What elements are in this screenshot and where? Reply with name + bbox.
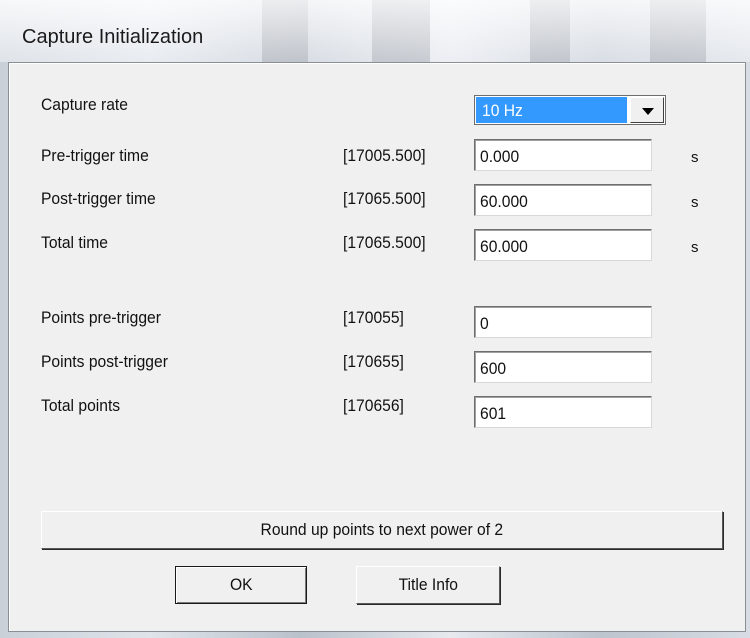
total-points-input[interactable]: 601: [474, 396, 652, 428]
points-pre-trigger-input[interactable]: 0: [474, 306, 652, 338]
post-trigger-time-reference: [17065.500]: [343, 189, 426, 208]
points-pre-trigger-reference: [170055]: [343, 308, 404, 327]
points-post-trigger-label: Points post-trigger: [41, 352, 168, 371]
capture-rate-label: Capture rate: [41, 95, 128, 114]
post-trigger-time-value: 60.000: [480, 192, 528, 211]
total-time-value: 60.000: [480, 237, 528, 256]
total-time-input[interactable]: 60.000: [474, 229, 652, 261]
total-points-value: 601: [480, 404, 507, 423]
total-time-label: Total time: [41, 233, 108, 252]
title-info-button[interactable]: Title Info: [356, 566, 500, 604]
total-time-unit: s: [691, 239, 699, 256]
capture-rate-value-text: 10 Hz: [482, 101, 523, 120]
dialog-client-area: Capture rate 10 Hz Pre-trigger time [170…: [8, 62, 746, 632]
dropdown-button[interactable]: [630, 97, 664, 123]
post-trigger-time-input[interactable]: 60.000: [474, 184, 652, 216]
capture-rate-selected-value: 10 Hz: [476, 97, 627, 123]
post-trigger-time-unit: s: [691, 194, 699, 211]
window-title: Capture Initialization: [22, 26, 204, 48]
points-pre-trigger-label: Points pre-trigger: [41, 308, 161, 327]
total-points-label: Total points: [41, 396, 121, 415]
title-info-button-label: Title Info: [398, 575, 458, 594]
points-post-trigger-input[interactable]: 600: [474, 351, 652, 383]
post-trigger-time-label: Post-trigger time: [41, 189, 156, 208]
round-up-button-label: Round up points to next power of 2: [260, 520, 504, 539]
pre-trigger-time-reference: [17005.500]: [343, 146, 426, 165]
capture-rate-select[interactable]: 10 Hz: [474, 95, 666, 125]
pre-trigger-time-input[interactable]: 0.000: [474, 139, 652, 171]
dialog-window: Capture Initialization Capture rate 10 H…: [0, 0, 750, 638]
ok-button-label: OK: [229, 575, 253, 594]
pre-trigger-time-value: 0.000: [480, 147, 520, 166]
ok-button[interactable]: OK: [175, 566, 307, 604]
pre-trigger-time-unit: s: [691, 149, 699, 166]
title-bar[interactable]: Capture Initialization: [0, 0, 750, 62]
total-time-reference: [17065.500]: [343, 233, 426, 252]
points-pre-trigger-value: 0: [480, 314, 489, 333]
chevron-down-icon: [642, 108, 654, 115]
total-points-reference: [170656]: [343, 396, 404, 415]
points-post-trigger-value: 600: [480, 359, 507, 378]
round-up-button[interactable]: Round up points to next power of 2: [41, 511, 723, 549]
pre-trigger-time-label: Pre-trigger time: [41, 146, 149, 165]
points-post-trigger-reference: [170655]: [343, 352, 404, 371]
